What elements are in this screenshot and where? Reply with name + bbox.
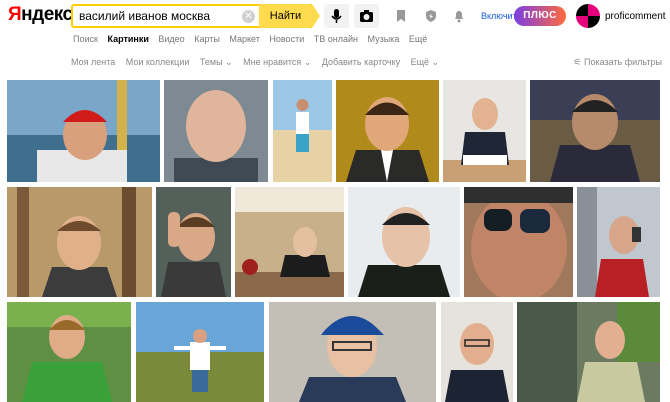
image-result-2[interactable] bbox=[164, 80, 268, 182]
image-result-3[interactable] bbox=[273, 80, 332, 182]
show-filters-label: Показать фильтры bbox=[583, 57, 662, 67]
tab-tv[interactable]: ТВ онлайн bbox=[314, 34, 358, 44]
tab-maps[interactable]: Карты bbox=[194, 34, 220, 44]
services-nav: Поиск Картинки Видео Карты Маркет Новост… bbox=[73, 34, 434, 44]
image-result-10[interactable] bbox=[348, 187, 460, 297]
image-result-12[interactable] bbox=[577, 187, 660, 297]
image-search-button[interactable] bbox=[354, 4, 379, 28]
likes-dropdown[interactable]: Мне нравится ⌄ bbox=[243, 57, 311, 67]
tab-more[interactable]: Ещё bbox=[409, 34, 427, 44]
camera-icon bbox=[360, 10, 373, 22]
shield-icon[interactable] bbox=[424, 9, 438, 23]
image-result-6[interactable] bbox=[530, 80, 660, 182]
tab-news[interactable]: Новости bbox=[269, 34, 304, 44]
yandex-logo[interactable]: Яндекс bbox=[8, 4, 73, 26]
user-name[interactable]: proficomment bbox=[605, 11, 666, 22]
man-on-beach-photo bbox=[273, 80, 332, 182]
avatar[interactable] bbox=[576, 4, 600, 28]
man-selfie-dark-photo bbox=[348, 187, 460, 297]
man-in-cafe-photo bbox=[235, 187, 344, 297]
image-result-4[interactable] bbox=[336, 80, 439, 182]
filter-icon: ⚟ bbox=[573, 57, 584, 67]
clear-icon[interactable]: ✕ bbox=[242, 10, 255, 23]
themes-dropdown[interactable]: Темы ⌄ bbox=[200, 57, 233, 67]
man-on-couch-photo bbox=[530, 80, 660, 182]
bald-man-photo bbox=[164, 80, 268, 182]
man-arms-out-photo bbox=[136, 302, 264, 402]
image-result-17[interactable] bbox=[517, 302, 660, 402]
tab-market[interactable]: Маркет bbox=[229, 34, 259, 44]
tab-video[interactable]: Видео bbox=[158, 34, 184, 44]
man-phone-red-shirt-photo bbox=[577, 187, 660, 297]
microphone-icon bbox=[331, 9, 342, 23]
my-collections-link[interactable]: Мои коллекции bbox=[126, 57, 190, 67]
my-feed-link[interactable]: Моя лента bbox=[71, 57, 115, 67]
man-blue-cap-photo bbox=[269, 302, 436, 402]
image-result-5[interactable] bbox=[443, 80, 526, 182]
man-suit-glasses-photo bbox=[441, 302, 513, 402]
image-result-14[interactable] bbox=[136, 302, 264, 402]
tab-search[interactable]: Поиск bbox=[73, 34, 98, 44]
tab-music[interactable]: Музыка bbox=[367, 34, 399, 44]
show-filters-button[interactable]: ⚟ Показать фильтры bbox=[573, 57, 662, 68]
image-result-7[interactable] bbox=[7, 187, 152, 297]
man-in-room-photo bbox=[517, 302, 660, 402]
man-sunglasses-photo bbox=[464, 187, 573, 297]
bell-icon[interactable] bbox=[452, 9, 466, 23]
image-result-15[interactable] bbox=[269, 302, 436, 402]
find-button[interactable]: Найти bbox=[259, 4, 320, 28]
add-card-link[interactable]: Добавить карточку bbox=[322, 57, 400, 67]
images-subnav: Моя лента Мои коллекции Темы ⌄ Мне нрави… bbox=[71, 57, 447, 68]
header: Яндекс василий иванов москва ✕ Найти Вкл… bbox=[0, 0, 670, 32]
man-in-forest-photo bbox=[7, 187, 152, 297]
image-result-11[interactable] bbox=[464, 187, 573, 297]
more-dropdown[interactable]: Ещё ⌄ bbox=[411, 57, 439, 67]
image-result-8[interactable] bbox=[156, 187, 231, 297]
image-result-16[interactable] bbox=[441, 302, 513, 402]
bookmark-icon[interactable] bbox=[394, 9, 408, 23]
man-hand-head-photo bbox=[156, 187, 231, 297]
man-suit-yellow-photo bbox=[336, 80, 439, 182]
man-green-shirt-photo bbox=[7, 302, 131, 402]
tab-images[interactable]: Картинки bbox=[107, 34, 148, 44]
image-result-13[interactable] bbox=[7, 302, 131, 402]
image-result-1[interactable] bbox=[7, 80, 160, 182]
man-red-cap-photo bbox=[7, 80, 160, 182]
image-result-9[interactable] bbox=[235, 187, 344, 297]
search-query-text: василий иванов москва bbox=[79, 9, 211, 23]
man-suit-desk-photo bbox=[443, 80, 526, 182]
voice-search-button[interactable] bbox=[324, 4, 349, 28]
plus-badge[interactable]: ПЛЮС bbox=[514, 6, 566, 26]
